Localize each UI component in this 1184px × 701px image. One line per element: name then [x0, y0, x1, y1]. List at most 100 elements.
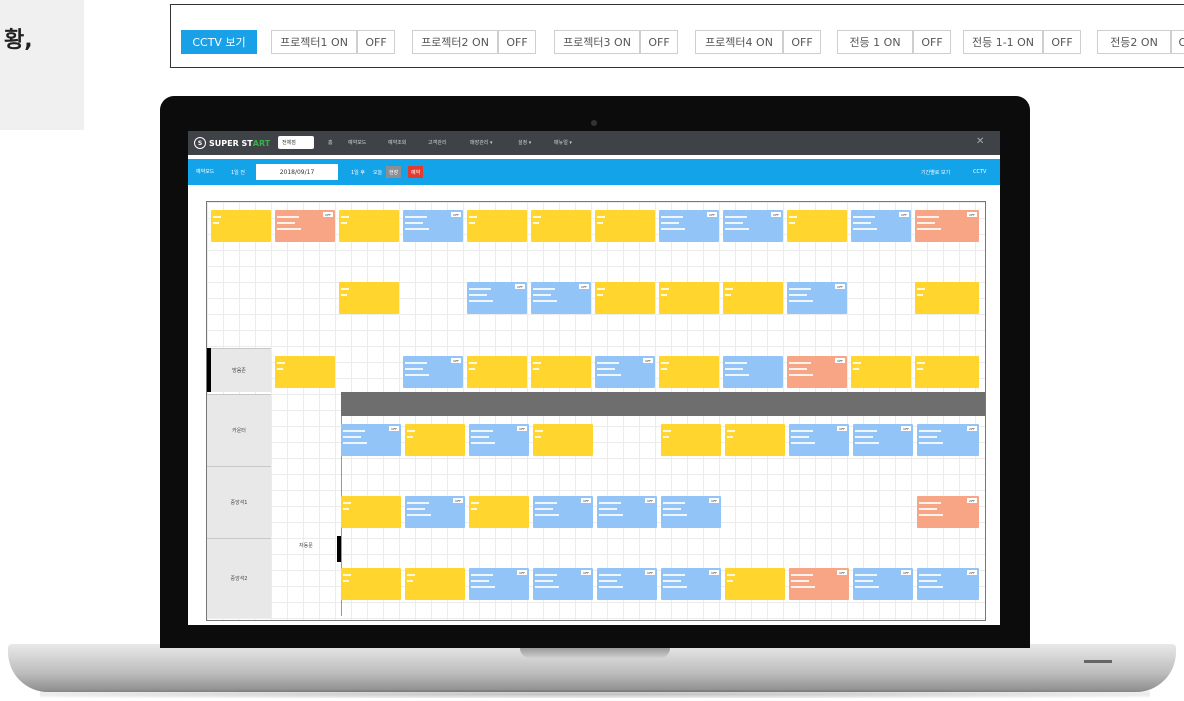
off-toggle[interactable]: OFF: [581, 498, 591, 503]
off-toggle[interactable]: OFF: [709, 498, 719, 503]
booking-card[interactable]: [725, 568, 785, 600]
booking-card[interactable]: [723, 356, 783, 388]
off-toggle[interactable]: OFF: [771, 212, 781, 217]
prev-day-button[interactable]: 1일 전: [228, 166, 248, 178]
cctv-view-button[interactable]: CCTV 보기: [181, 30, 257, 54]
booking-card[interactable]: [661, 424, 721, 456]
off-toggle[interactable]: OFF: [967, 212, 977, 217]
booking-card[interactable]: [533, 424, 593, 456]
booking-card[interactable]: OFF: [661, 496, 721, 528]
booking-card[interactable]: [469, 496, 529, 528]
next-day-button[interactable]: 1일 후: [348, 166, 368, 178]
off-toggle[interactable]: OFF: [517, 570, 527, 575]
booking-card[interactable]: OFF: [595, 356, 655, 388]
off-toggle[interactable]: OFF: [515, 284, 525, 289]
off-toggle[interactable]: OFF: [645, 498, 655, 503]
branch-select[interactable]: 전체점: [278, 136, 314, 149]
booking-card[interactable]: OFF: [275, 210, 335, 242]
projector4-off-button[interactable]: OFF: [783, 30, 821, 54]
booking-card[interactable]: OFF: [789, 424, 849, 456]
off-toggle[interactable]: OFF: [709, 570, 719, 575]
booking-card[interactable]: OFF: [597, 568, 657, 600]
booking-card[interactable]: OFF: [853, 568, 913, 600]
booking-card[interactable]: [725, 424, 785, 456]
off-toggle[interactable]: OFF: [837, 570, 847, 575]
off-toggle[interactable]: OFF: [967, 426, 977, 431]
nav-reservation-lookup[interactable]: 예약조회: [388, 139, 406, 146]
projector3-off-button[interactable]: OFF: [640, 30, 678, 54]
booking-card[interactable]: [467, 356, 527, 388]
booking-card[interactable]: [339, 210, 399, 242]
date-field[interactable]: 2018/09/17: [256, 164, 338, 180]
off-toggle[interactable]: OFF: [451, 212, 461, 217]
nav-manual[interactable]: 매뉴얼 ▾: [554, 139, 572, 146]
booking-card[interactable]: [211, 210, 271, 242]
booking-card[interactable]: OFF: [405, 496, 465, 528]
nav-store[interactable]: 매장관리 ▾: [470, 139, 493, 146]
filter-walkin-button[interactable]: 현장: [386, 166, 402, 178]
off-toggle[interactable]: OFF: [389, 426, 399, 431]
off-toggle[interactable]: OFF: [451, 358, 461, 363]
today-button[interactable]: 오늘: [370, 166, 385, 178]
booking-card[interactable]: OFF: [661, 568, 721, 600]
booking-card[interactable]: OFF: [915, 210, 979, 242]
projector4-on-button[interactable]: 프로젝터4 ON: [695, 30, 783, 54]
light2-off-button[interactable]: OF: [1171, 30, 1184, 54]
projector2-off-button[interactable]: OFF: [498, 30, 536, 54]
off-toggle[interactable]: OFF: [643, 358, 653, 363]
booking-card[interactable]: [723, 282, 783, 314]
booking-card[interactable]: [659, 282, 719, 314]
period-view-button[interactable]: 기간별로 보기: [918, 166, 953, 178]
off-toggle[interactable]: OFF: [837, 426, 847, 431]
light1-on-button[interactable]: 전등 1 ON: [837, 30, 913, 54]
off-toggle[interactable]: OFF: [901, 426, 911, 431]
booking-card[interactable]: [405, 424, 465, 456]
projector2-on-button[interactable]: 프로젝터2 ON: [412, 30, 498, 54]
off-toggle[interactable]: OFF: [835, 284, 845, 289]
off-toggle[interactable]: OFF: [899, 212, 909, 217]
booking-card[interactable]: [341, 496, 401, 528]
booking-card[interactable]: OFF: [659, 210, 719, 242]
nav-customers[interactable]: 고객관리: [428, 139, 446, 146]
light2-on-button[interactable]: 전등2 ON: [1097, 30, 1171, 54]
light1-1-off-button[interactable]: OFF: [1043, 30, 1081, 54]
off-toggle[interactable]: OFF: [707, 212, 717, 217]
booking-card[interactable]: [595, 210, 655, 242]
booking-card[interactable]: OFF: [789, 568, 849, 600]
booking-card[interactable]: OFF: [787, 282, 847, 314]
nav-home[interactable]: 홈: [328, 139, 333, 146]
projector1-off-button[interactable]: OFF: [357, 30, 395, 54]
booking-card[interactable]: [339, 282, 399, 314]
nav-settings[interactable]: 설정 ▾: [518, 139, 531, 146]
booking-card[interactable]: OFF: [403, 356, 463, 388]
booking-card[interactable]: OFF: [467, 282, 527, 314]
booking-card[interactable]: OFF: [469, 424, 529, 456]
booking-card[interactable]: [595, 282, 655, 314]
booking-card[interactable]: [531, 356, 591, 388]
booking-card[interactable]: OFF: [853, 424, 913, 456]
booking-card[interactable]: OFF: [917, 496, 979, 528]
off-toggle[interactable]: OFF: [901, 570, 911, 575]
booking-card[interactable]: OFF: [469, 568, 529, 600]
nav-reservation-board[interactable]: 예약보드: [348, 139, 366, 146]
booking-card[interactable]: OFF: [403, 210, 463, 242]
filter-reservation-button[interactable]: 예약: [408, 166, 424, 178]
off-toggle[interactable]: OFF: [323, 212, 333, 217]
booking-card[interactable]: [915, 282, 979, 314]
booking-card[interactable]: OFF: [531, 282, 591, 314]
off-toggle[interactable]: OFF: [579, 284, 589, 289]
projector3-on-button[interactable]: 프로젝터3 ON: [554, 30, 640, 54]
booking-card[interactable]: OFF: [533, 568, 593, 600]
booking-card[interactable]: [531, 210, 591, 242]
booking-card[interactable]: OFF: [723, 210, 783, 242]
off-toggle[interactable]: OFF: [581, 570, 591, 575]
booking-card[interactable]: [275, 356, 335, 388]
off-toggle[interactable]: OFF: [967, 570, 977, 575]
booking-card[interactable]: [851, 356, 911, 388]
cctv-button[interactable]: CCTV: [970, 166, 989, 178]
booking-card[interactable]: [341, 568, 401, 600]
booking-card[interactable]: [915, 356, 979, 388]
booking-card[interactable]: OFF: [917, 424, 979, 456]
booking-card[interactable]: OFF: [597, 496, 657, 528]
close-icon[interactable]: ✕: [976, 136, 984, 147]
